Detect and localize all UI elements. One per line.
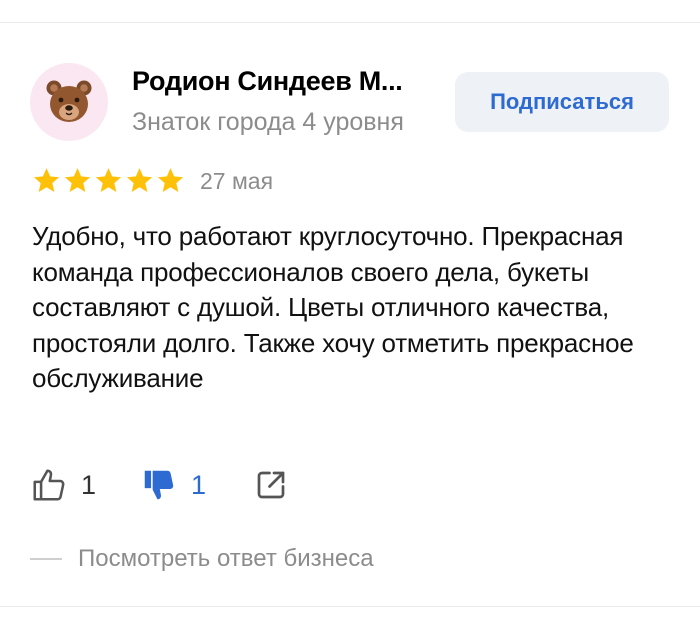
reply-dash bbox=[30, 558, 62, 560]
author-name[interactable]: Родион Синдеев М... bbox=[132, 66, 442, 97]
dislike-button[interactable]: 1 bbox=[140, 466, 253, 504]
dislike-count: 1 bbox=[191, 469, 207, 500]
business-reply-link[interactable]: Посмотреть ответ бизнеса bbox=[30, 545, 374, 573]
share-icon bbox=[257, 471, 285, 499]
star-icon bbox=[64, 168, 91, 192]
star-icon bbox=[126, 168, 153, 192]
subscribe-button[interactable]: Подписаться bbox=[455, 72, 669, 132]
review-actions: 1 1 bbox=[30, 463, 289, 507]
bottom-divider bbox=[0, 606, 700, 607]
business-reply-label: Посмотреть ответ бизнеса bbox=[78, 545, 374, 572]
star-rating bbox=[32, 166, 185, 195]
star-icon bbox=[157, 168, 184, 192]
review-text: Удобно, что работают круглосуточно. Прек… bbox=[32, 221, 634, 393]
star-icon bbox=[33, 168, 60, 192]
avatar[interactable] bbox=[30, 63, 108, 141]
author-level: Знаток города 4 уровня bbox=[132, 108, 404, 136]
thumbs-down-icon bbox=[144, 470, 174, 500]
top-divider bbox=[0, 22, 700, 23]
like-count: 1 bbox=[81, 469, 97, 500]
like-button[interactable]: 1 bbox=[30, 466, 140, 504]
share-button[interactable] bbox=[253, 467, 289, 503]
bear-face-icon bbox=[46, 80, 92, 122]
star-icon bbox=[95, 168, 122, 192]
review-date: 27 мая bbox=[200, 168, 274, 194]
thumbs-up-icon bbox=[33, 469, 65, 501]
